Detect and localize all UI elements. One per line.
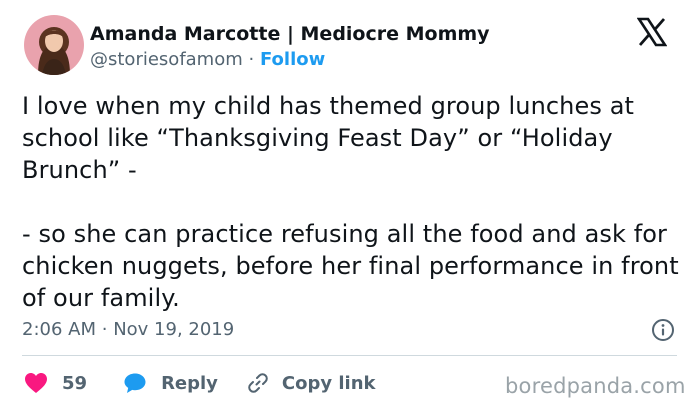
tweet-timestamp: 2:06 AM · Nov 19, 2019 <box>22 318 234 342</box>
author-block: Amanda Marcotte | Mediocre Mommy @storie… <box>90 22 490 72</box>
heart-icon <box>24 372 48 394</box>
timestamp-separator: · <box>101 319 108 340</box>
speech-bubble-icon <box>123 371 147 395</box>
author-name[interactable]: Amanda Marcotte | Mediocre Mommy <box>90 22 490 46</box>
meta-separator: · <box>248 49 255 70</box>
author-meta: @storiesofamom · Follow <box>90 48 490 72</box>
tweet-time[interactable]: 2:06 AM <box>22 319 96 340</box>
action-bar: 59 Reply Copy link <box>24 369 376 397</box>
avatar[interactable] <box>24 15 84 75</box>
copy-link-button[interactable]: Copy link <box>246 371 376 395</box>
tweet-card: Amanda Marcotte | Mediocre Mommy @storie… <box>0 0 700 410</box>
link-icon <box>246 371 270 395</box>
like-count: 59 <box>62 372 88 394</box>
info-icon[interactable] <box>651 318 675 342</box>
tweet-date[interactable]: Nov 19, 2019 <box>113 319 234 340</box>
divider <box>22 355 677 356</box>
tweet-text: I love when my child has themed group lu… <box>22 92 679 312</box>
reply-label: Reply <box>161 372 218 394</box>
watermark: boredpanda.com <box>505 374 686 398</box>
follow-button[interactable]: Follow <box>260 49 325 70</box>
like-button[interactable]: 59 <box>24 372 87 394</box>
x-logo-icon[interactable] <box>636 17 668 47</box>
reply-button[interactable]: Reply <box>123 371 218 395</box>
author-handle[interactable]: @storiesofamom <box>90 49 243 70</box>
copy-link-label: Copy link <box>281 372 376 394</box>
